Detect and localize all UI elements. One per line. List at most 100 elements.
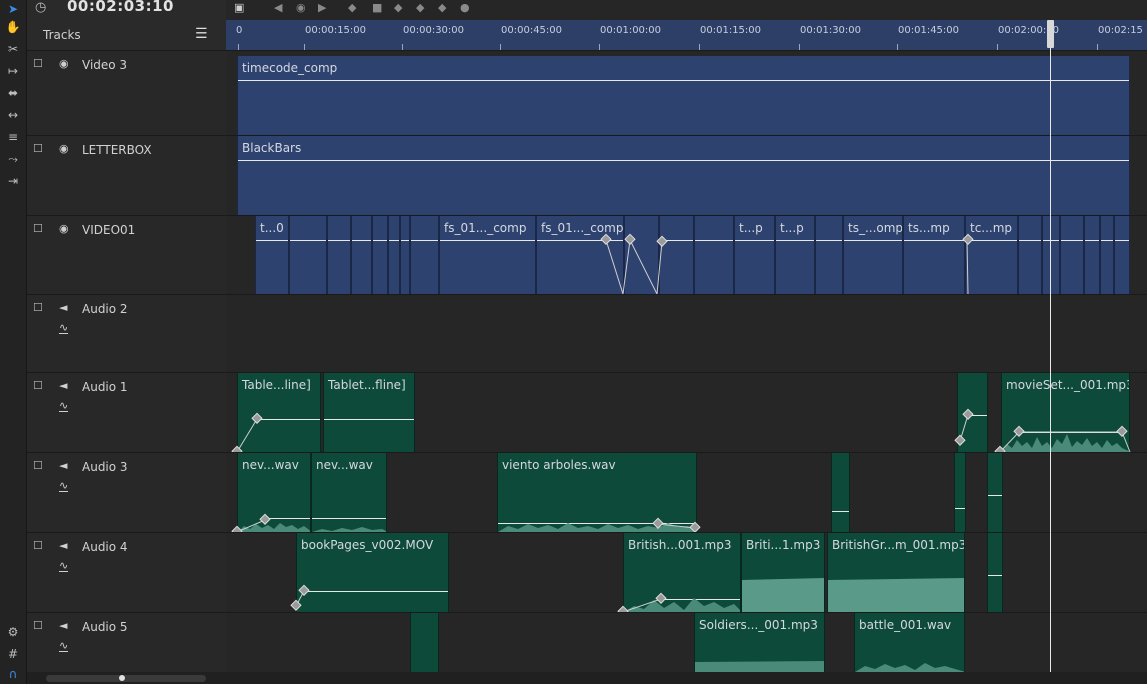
ruler-label: 00:01:30:00	[800, 25, 862, 36]
track-name: Audio 1	[82, 380, 128, 394]
waveform-icon[interactable]: ∿	[59, 400, 69, 412]
keyframe-curve	[600, 233, 974, 294]
keyframe-add-icon[interactable]: ◆	[416, 1, 424, 14]
waveform-icon[interactable]: ∿	[59, 640, 69, 652]
lock-icon[interactable]: ☐	[33, 301, 43, 314]
ruler-label: 0	[236, 25, 243, 36]
keyframe-curve	[290, 584, 667, 612]
speaker-icon[interactable]: ◄	[59, 459, 67, 472]
speaker-icon[interactable]: ◄	[59, 379, 67, 392]
track-header-letterbox[interactable]: ☐ ◉ LETTERBOX	[27, 136, 226, 216]
lane-video01[interactable]: t...0 fs_01..._comp fs_01..._comp t...p …	[226, 216, 1147, 295]
current-timecode[interactable]: 00:02:03:10	[67, 0, 174, 15]
lock-icon[interactable]: ☐	[33, 142, 43, 155]
track-name: VIDEO01	[82, 223, 136, 237]
tracks-label: Tracks	[43, 28, 81, 42]
waveform-icon[interactable]: ∿	[59, 480, 69, 492]
ruler-label: 00:02:15	[1098, 25, 1143, 36]
lock-icon[interactable]: ☐	[33, 459, 43, 472]
track-header-video01[interactable]: ☐ ◉ VIDEO01	[27, 216, 226, 295]
track-header-audio1[interactable]: ☐ ◄ Audio 1 ∿	[27, 373, 226, 453]
hamburger-menu-icon[interactable]: ☰	[195, 26, 208, 42]
waveform-icon[interactable]: ∿	[59, 322, 69, 334]
slide-icon[interactable]: ↔	[3, 106, 23, 124]
lane-audio2[interactable]	[226, 295, 1147, 373]
timeline-ruler[interactable]: 0 00:00:15:00 00:00:30:00 00:00:45:00 00…	[226, 20, 1147, 51]
clip-label: BlackBars	[242, 141, 302, 155]
lane-audio4[interactable]: bookPages_v002.MOV British...001.mp3 Bri…	[226, 533, 1147, 613]
video-clip[interactable]: BlackBars	[237, 136, 1130, 215]
speaker-icon[interactable]: ◄	[59, 619, 67, 632]
speaker-icon[interactable]: ◄	[59, 539, 67, 552]
playhead[interactable]	[1050, 20, 1051, 684]
razor-icon[interactable]: ✂	[3, 40, 23, 58]
audio-clip[interactable]: Soldiers..._001.mp3	[694, 613, 825, 672]
info-icon[interactable]: ●	[460, 1, 470, 14]
tool-palette: ➤ ✋ ✂ ↦ ⬌ ↔ ≡ ⤳ ⇥ ⚙ # ∩	[0, 0, 27, 684]
next-edit-icon[interactable]: ▶	[318, 1, 326, 14]
eye-icon[interactable]: ◉	[59, 142, 69, 155]
track-name: Audio 5	[82, 620, 128, 634]
waveform-icon[interactable]: ∿	[59, 560, 69, 572]
keyframe-curve	[231, 408, 1131, 452]
select-arrow-icon[interactable]: ➤	[3, 0, 23, 18]
keyframe-icon[interactable]: ◆	[394, 1, 402, 14]
ruler-label: 00:00:30:00	[403, 25, 465, 36]
track-name: Video 3	[82, 58, 128, 72]
video-clip[interactable]: timecode_comp	[237, 56, 1130, 135]
stop-icon[interactable]: ■	[372, 1, 382, 14]
audio-clip[interactable]	[410, 613, 439, 672]
prev-edit-icon[interactable]: ◀	[274, 1, 282, 14]
keyframe-prev-icon[interactable]: ◆	[348, 1, 356, 14]
waveform	[855, 663, 964, 672]
lane-audio1[interactable]: Table...line] Tablet...fline] movieSet..…	[226, 373, 1147, 453]
track-name: Audio 2	[82, 302, 128, 316]
clip-label: battle_001.wav	[859, 618, 952, 632]
eye-icon[interactable]: ◉	[59, 57, 69, 70]
track-header-audio2[interactable]: ☐ ◄ Audio 2 ∿	[27, 295, 226, 373]
track-header-audio3[interactable]: ☐ ◄ Audio 3 ∿	[27, 453, 226, 533]
curve-icon[interactable]: ⤳	[3, 150, 23, 168]
track-header-audio4[interactable]: ☐ ◄ Audio 4 ∿	[27, 533, 226, 613]
lock-icon[interactable]: ☐	[33, 222, 43, 235]
zoom-handle[interactable]	[119, 675, 125, 681]
keyframe-next-icon[interactable]: ◆	[438, 1, 446, 14]
rate-stretch-icon[interactable]: ≡	[3, 128, 23, 146]
snap-icon[interactable]: #	[3, 645, 23, 663]
lane-video3[interactable]: timecode_comp	[226, 51, 1147, 136]
slip-icon[interactable]: ⬌	[3, 84, 23, 102]
export-icon[interactable]: ⇥	[3, 172, 23, 190]
lane-audio5[interactable]: Soldiers..._001.mp3 battle_001.wav	[226, 613, 1147, 673]
ruler-label: 00:00:45:00	[501, 25, 563, 36]
scrollbar-thumb[interactable]	[46, 675, 206, 682]
hand-icon[interactable]: ✋	[3, 18, 23, 36]
settings-icon[interactable]: ⚙	[3, 623, 23, 641]
eye-icon[interactable]: ◉	[59, 222, 69, 235]
track-name: Audio 3	[82, 460, 128, 474]
lock-icon[interactable]: ☐	[33, 539, 43, 552]
track-header-audio5[interactable]: ☐ ◄ Audio 5 ∿	[27, 613, 226, 673]
keyframe-curve	[231, 513, 701, 532]
lane-audio3[interactable]: nev...wav nev...wav viento arboles.wav	[226, 453, 1147, 533]
magnet-icon[interactable]: ∩	[3, 665, 23, 683]
ruler-label: 00:00:15:00	[305, 25, 367, 36]
lock-icon[interactable]: ☐	[33, 379, 43, 392]
track-name: Audio 4	[82, 540, 128, 554]
transport-bar: ▣ ◀ ◉ ▶ ◆ ■ ◆ ◆ ◆ ●	[226, 0, 1147, 20]
audio-clip[interactable]: battle_001.wav	[854, 613, 965, 672]
timeline-header: ◷ 00:02:03:10 Tracks ☰	[27, 0, 226, 51]
lane-letterbox[interactable]: BlackBars	[226, 136, 1147, 216]
ripple-edit-icon[interactable]: ↦	[3, 62, 23, 80]
track-name: LETTERBOX	[82, 143, 152, 157]
lock-icon[interactable]: ☐	[33, 619, 43, 632]
render-icon[interactable]: ▣	[234, 1, 244, 14]
lock-icon[interactable]: ☐	[33, 57, 43, 70]
playhead-handle[interactable]	[1047, 20, 1054, 48]
track-header-video3[interactable]: ☐ ◉ Video 3	[27, 51, 226, 136]
ruler-label: 00:01:00:00	[600, 25, 662, 36]
speaker-icon[interactable]: ◄	[59, 301, 67, 314]
add-marker-icon[interactable]: ◉	[296, 1, 306, 14]
ruler-label: 00:01:45:00	[898, 25, 960, 36]
ruler-label: 00:01:15:00	[700, 25, 762, 36]
waveform	[695, 661, 824, 672]
